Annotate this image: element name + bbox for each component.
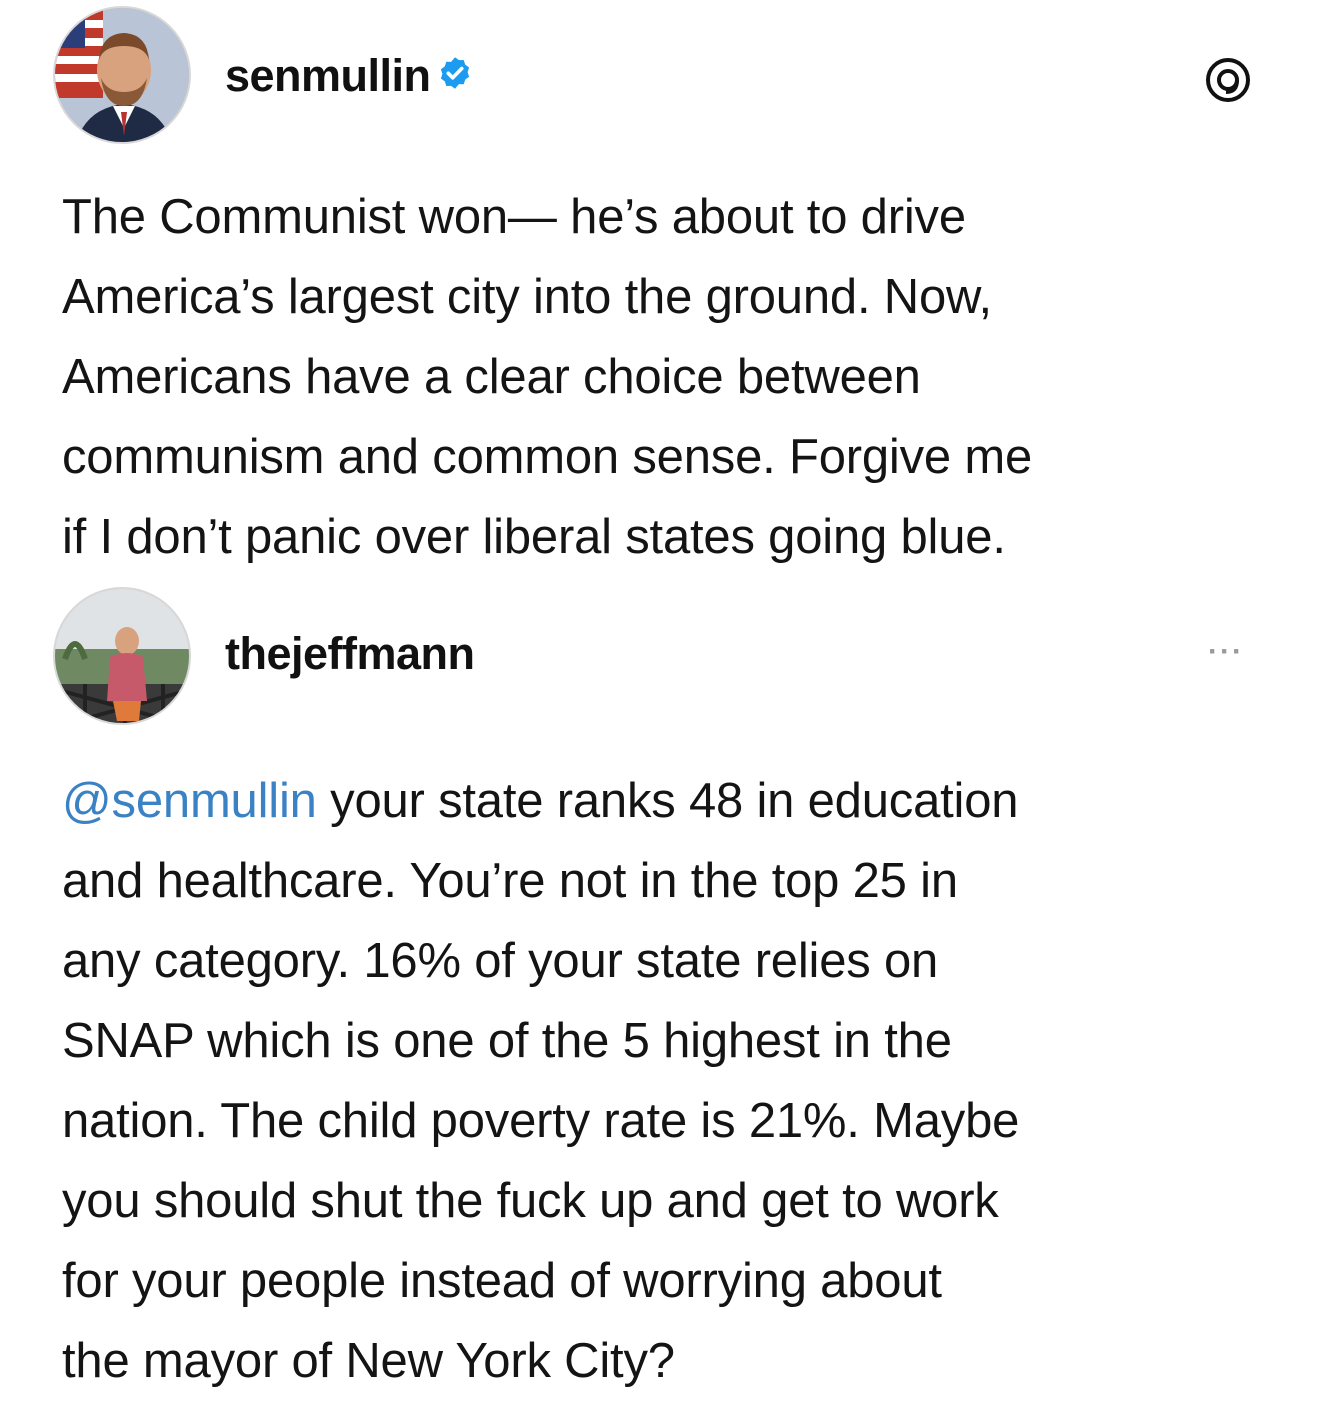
reply-author-username[interactable]: thejeffmann [225,628,475,680]
post-line: Americans have a clear choice between [62,350,921,404]
post-line: any category. 16% of your state relies o… [62,934,939,988]
post-line: the mayor of New York City? [62,1334,675,1388]
verified-badge-icon [437,50,473,102]
post-line: communism and common sense. Forgive me [62,430,1033,484]
post-body-text: The Communist won— he’s about to drive A… [62,177,1272,577]
post-line: SNAP which is one of the 5 highest in th… [62,1014,952,1068]
mention-link[interactable]: @senmullin [62,774,317,828]
threads-icon[interactable] [1204,56,1252,104]
post-author-username[interactable]: senmullin [225,50,473,102]
post-line: nation. The child poverty rate is 21%. M… [62,1094,1020,1148]
post-line: and healthcare. You’re not in the top 25… [62,854,958,908]
username-text[interactable]: senmullin [225,50,431,101]
avatar-photo-icon [55,8,189,142]
post-line: you should shut the fuck up and get to w… [62,1174,999,1228]
more-options-button[interactable]: ··· [1208,635,1244,669]
thejeffmann-avatar[interactable] [53,587,191,725]
post-line: @senmullin your state ranks 48 in educat… [62,761,1272,841]
post-line: for your people instead of worrying abou… [62,1254,942,1308]
post-line: The Communist won— he’s about to drive [62,190,966,244]
post-line: America’s largest city into the ground. … [62,270,992,324]
post-line: if I don’t panic over liberal states goi… [62,510,1006,564]
username-text[interactable]: thejeffmann [225,628,475,679]
post-line-text: your state ranks 48 in education [316,774,1019,828]
avatar-photo-icon [55,589,189,723]
reply-body-text: @senmullin your state ranks 48 in educat… [62,761,1272,1401]
senmullin-avatar[interactable] [53,6,191,144]
